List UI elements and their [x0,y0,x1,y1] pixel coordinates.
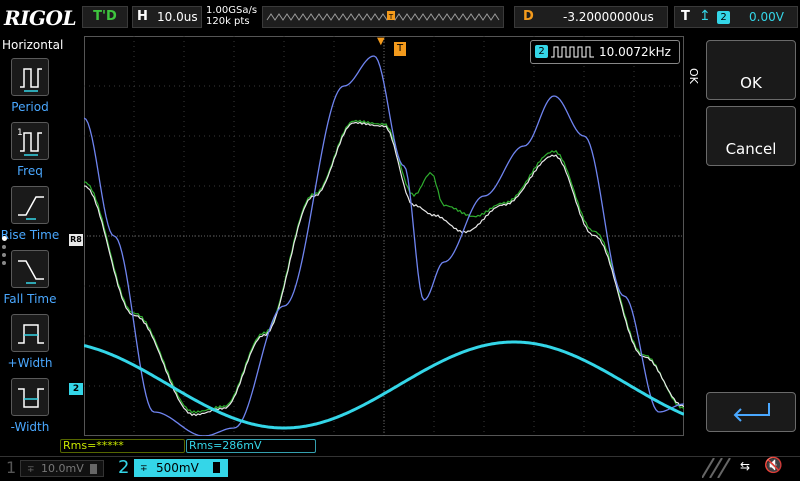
trigger-source-badge: 2 [717,11,730,24]
delay-value: -3.20000000us [563,10,654,24]
sample-info: 1.00GSa/s 120k pts [206,5,257,27]
svg-text:1: 1 [17,128,23,138]
channel-2-status[interactable]: 2 ∓ 500mV [108,457,228,479]
measurement-rms-ch2[interactable]: Rms=286mV [186,439,316,453]
channel-2-scale: 500mV [156,461,199,475]
trigger-label: T [681,9,690,24]
menu-item-period[interactable]: Period [0,58,60,122]
bandwidth-limit-icon [213,462,220,473]
fall-time-icon [11,250,49,288]
channel-1-status[interactable]: 1 ∓ 10.0mV [0,457,105,479]
delay-label: D [523,9,534,24]
channel-2-offset-marker[interactable]: 2 [69,383,83,395]
menu-item-label: Freq [17,164,43,178]
reference-marker[interactable]: R8 [69,234,83,246]
menu-item-label: Period [11,100,49,114]
rising-edge-icon: ↥ [699,8,711,24]
dc-coupling-icon: ∓ [140,464,148,474]
menu-item-freq[interactable]: 1 Freq [0,122,60,186]
memory-depth: 120k pts [206,16,250,27]
cancel-button[interactable]: Cancel [706,106,796,166]
menu-item-rise-time[interactable]: Rise Time [0,186,60,250]
enter-icon [733,403,770,422]
dc-coupling-icon: ∓ [27,465,35,475]
svg-text:T: T [388,13,394,21]
trigger-position-arrow-icon: ▼ [377,36,385,47]
period-icon [11,58,49,96]
cancel-button-label: Cancel [725,140,777,158]
counter-channel-badge: 2 [535,45,548,58]
menu-page-indicator [2,232,8,268]
channel-1-scale: 10.0mV [41,462,84,475]
menu-item-positive-width[interactable]: +Width [0,314,60,378]
menu-item-label: +Width [7,356,53,370]
sample-rate: 1.00GSa/s [206,5,258,16]
enter-button[interactable] [706,392,796,432]
horizontal-timebase[interactable]: H 10.0us [132,6,202,28]
menu-item-fall-time[interactable]: Fall Time [0,250,60,314]
channel-1-scale-box: ∓ 10.0mV [20,460,104,477]
negative-width-icon [11,378,49,416]
ok-button[interactable]: OK [706,40,796,100]
bandwidth-limit-icon [90,464,97,474]
decorative-stripes-icon [702,458,731,478]
menu-item-label: Fall Time [3,292,57,306]
trigger-level: 0.00V [749,10,784,24]
frequency-counter: 2 10.0072kHz [530,40,680,64]
ok-button-label: OK [740,74,762,92]
measurement-rms-ch1[interactable]: Rms=***** [60,439,185,453]
waveform-display[interactable] [84,36,684,436]
frequency-value: 10.0072kHz [599,45,671,59]
trigger-position-marker[interactable]: T [394,42,406,56]
sound-mute-icon[interactable]: 🔇 [764,456,783,474]
trigger-status-text: T'D [93,9,117,24]
timebase-label: H [137,9,148,24]
freq-icon: 1 [11,122,49,160]
positive-width-icon [11,314,49,352]
timebase-value: 10.0us [157,10,198,24]
square-wave-icon [551,46,594,58]
delay-display[interactable]: D -3.20000000us [514,6,668,28]
channel-1-number: 1 [6,458,17,477]
rigol-logo: RIGOL [4,6,77,30]
horizontal-measure-menu: Horizontal Period 1 Freq Rise Time Fall … [0,36,64,456]
rise-time-icon [11,186,49,224]
memory-waveform-icon: T [266,11,500,21]
trigger-settings[interactable]: T ↥ 2 0.00V [674,6,798,28]
channel-2-number: 2 [118,457,130,478]
memory-overview-bar[interactable]: T [262,6,504,28]
channel-2-scale-box: ∓ 500mV [134,459,228,477]
menu-item-negative-width[interactable]: -Width [0,378,60,442]
usb-icon: ⇆ [740,459,751,473]
trigger-status: T'D [82,6,128,28]
menu-item-label: Rise Time [0,228,60,242]
menu-title: Horizontal [2,38,64,52]
side-ok-label: OK [687,68,700,84]
menu-item-label: -Width [10,420,50,434]
